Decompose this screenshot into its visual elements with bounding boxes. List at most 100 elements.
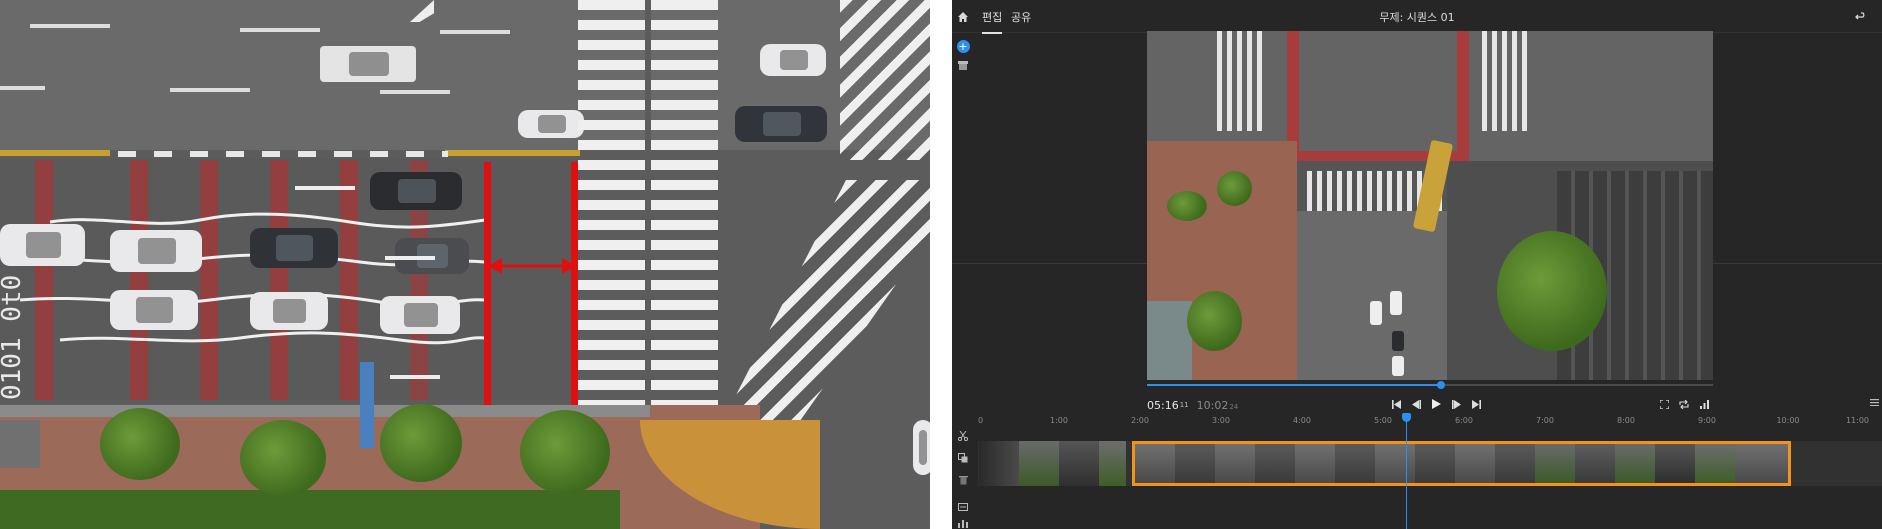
preview-car bbox=[1370, 301, 1382, 325]
preview-car bbox=[1392, 356, 1404, 376]
car bbox=[735, 106, 827, 142]
video-preview[interactable] bbox=[1147, 31, 1713, 380]
car bbox=[760, 44, 826, 76]
clip-thumbnail bbox=[1655, 444, 1695, 483]
audio-icon[interactable] bbox=[952, 518, 974, 529]
timeline-tick-label: 3:00 bbox=[1212, 416, 1230, 425]
lane-dash bbox=[30, 24, 110, 28]
lane-dash bbox=[240, 28, 320, 32]
lane-dash bbox=[440, 30, 510, 34]
add-media-icon[interactable]: + bbox=[952, 36, 974, 56]
car bbox=[380, 296, 460, 334]
video-editor: 편집 공유 무제: 시퀀스 01 + 05:16 11 10:0224 0 1:… bbox=[952, 0, 1882, 529]
center-line bbox=[0, 150, 110, 156]
clip-thumbnail bbox=[1335, 444, 1375, 483]
preview-red-lane bbox=[1457, 31, 1469, 161]
lane-dash bbox=[170, 88, 250, 92]
tree bbox=[1497, 231, 1607, 351]
skip-end-icon[interactable] bbox=[1468, 396, 1484, 412]
preview-crosswalk bbox=[1482, 31, 1527, 131]
stop-line bbox=[118, 151, 448, 157]
sequence-title: 무제: 시퀀스 01 bbox=[1379, 11, 1455, 24]
clip-thumbnail bbox=[1175, 444, 1215, 483]
tree bbox=[1167, 191, 1207, 221]
total-duration: 10:0224 bbox=[1197, 399, 1239, 412]
clip-thumbnail bbox=[1455, 444, 1495, 483]
preview-crosswalk bbox=[1217, 31, 1262, 131]
aerial-photo: 0101 0t0 bbox=[0, 0, 930, 529]
sign-post bbox=[360, 362, 374, 448]
clip-thumbnail bbox=[1295, 444, 1335, 483]
total-time: 10:02 bbox=[1196, 398, 1229, 412]
clip-thumbnail bbox=[1575, 444, 1615, 483]
car bbox=[518, 110, 584, 138]
car bbox=[250, 228, 338, 268]
timeline-tick-label: 11:00 bbox=[1845, 416, 1869, 425]
center-line bbox=[445, 150, 580, 156]
clip-thumbnail bbox=[1615, 444, 1655, 483]
tree bbox=[100, 408, 180, 480]
lane-dash bbox=[0, 86, 45, 90]
timeline-tick-label: 6:00 bbox=[1455, 416, 1473, 425]
selected-video-clip[interactable] bbox=[1132, 441, 1791, 486]
trash-icon[interactable] bbox=[952, 472, 974, 488]
top-bar: 편집 공유 무제: 시퀀스 01 bbox=[952, 0, 1882, 34]
car bbox=[370, 172, 462, 210]
video-clip[interactable] bbox=[979, 441, 1126, 486]
clip-thumbnail bbox=[1495, 444, 1535, 483]
undo-icon[interactable] bbox=[1852, 8, 1870, 26]
tree bbox=[1217, 171, 1252, 206]
timeline-tick-label: 8:00 bbox=[1617, 416, 1635, 425]
car bbox=[913, 420, 930, 475]
preview-car bbox=[1390, 291, 1402, 315]
timeline-ruler[interactable]: 0 1:00 2:00 3:00 4:00 5:00 6:00 7:00 8:00 9:00 10:… bbox=[978, 414, 1882, 434]
timeline-tick-label: 9:00 bbox=[1698, 416, 1716, 425]
menu-icon[interactable] bbox=[1866, 394, 1882, 410]
clip-thumbnail bbox=[1215, 444, 1255, 483]
skip-start-icon[interactable] bbox=[1388, 396, 1404, 412]
playhead-line bbox=[1406, 414, 1407, 529]
clip-thumbnail bbox=[1735, 444, 1788, 483]
clip-thumbnail bbox=[1135, 444, 1175, 483]
duplicate-icon[interactable] bbox=[952, 450, 974, 466]
crosswalk bbox=[840, 0, 930, 160]
kiosk bbox=[0, 420, 40, 468]
clip-thumbnail bbox=[1019, 441, 1059, 486]
timeline-tick-label: 0 bbox=[978, 416, 984, 425]
archive-icon[interactable] bbox=[952, 56, 974, 74]
scrubber-progress bbox=[1147, 384, 1442, 386]
preview-street bbox=[1297, 211, 1447, 380]
road-arrow bbox=[295, 186, 355, 190]
timeline-tick-label: 7:00 bbox=[1536, 416, 1554, 425]
tree bbox=[240, 420, 326, 496]
step-forward-icon[interactable] bbox=[1448, 396, 1464, 412]
car bbox=[250, 292, 328, 330]
play-icon[interactable] bbox=[1428, 396, 1444, 412]
step-back-icon[interactable] bbox=[1408, 396, 1424, 412]
clip-thumbnail bbox=[1695, 444, 1735, 483]
volume-icon[interactable] bbox=[1696, 396, 1712, 412]
clip-thumbnail bbox=[979, 441, 1019, 486]
preview-scrubber[interactable] bbox=[1147, 381, 1713, 389]
scissors-icon[interactable] bbox=[952, 428, 974, 444]
measure-line-left bbox=[484, 162, 491, 406]
preview-car bbox=[1392, 331, 1404, 351]
current-frames: 11 bbox=[1179, 401, 1189, 409]
clip-thumbnail bbox=[1099, 441, 1126, 486]
tree bbox=[520, 410, 610, 494]
car bbox=[0, 224, 85, 266]
caption-icon[interactable] bbox=[952, 500, 974, 514]
timeline-tick-label: 5:00 bbox=[1374, 416, 1392, 425]
timecode: 05:16 11 10:0224 bbox=[1147, 396, 1238, 414]
truck bbox=[320, 46, 416, 82]
playhead[interactable] bbox=[1402, 413, 1411, 422]
clip-thumbnail bbox=[1415, 444, 1455, 483]
current-time: 05:16 bbox=[1147, 398, 1179, 412]
clip-thumbnail bbox=[1375, 444, 1415, 483]
scrubber-knob[interactable] bbox=[1437, 381, 1446, 389]
preview-building bbox=[1147, 301, 1192, 380]
loop-icon[interactable] bbox=[1676, 396, 1692, 412]
tree bbox=[380, 404, 462, 482]
measure-line-right bbox=[571, 162, 578, 406]
fit-icon[interactable] bbox=[1656, 396, 1672, 412]
